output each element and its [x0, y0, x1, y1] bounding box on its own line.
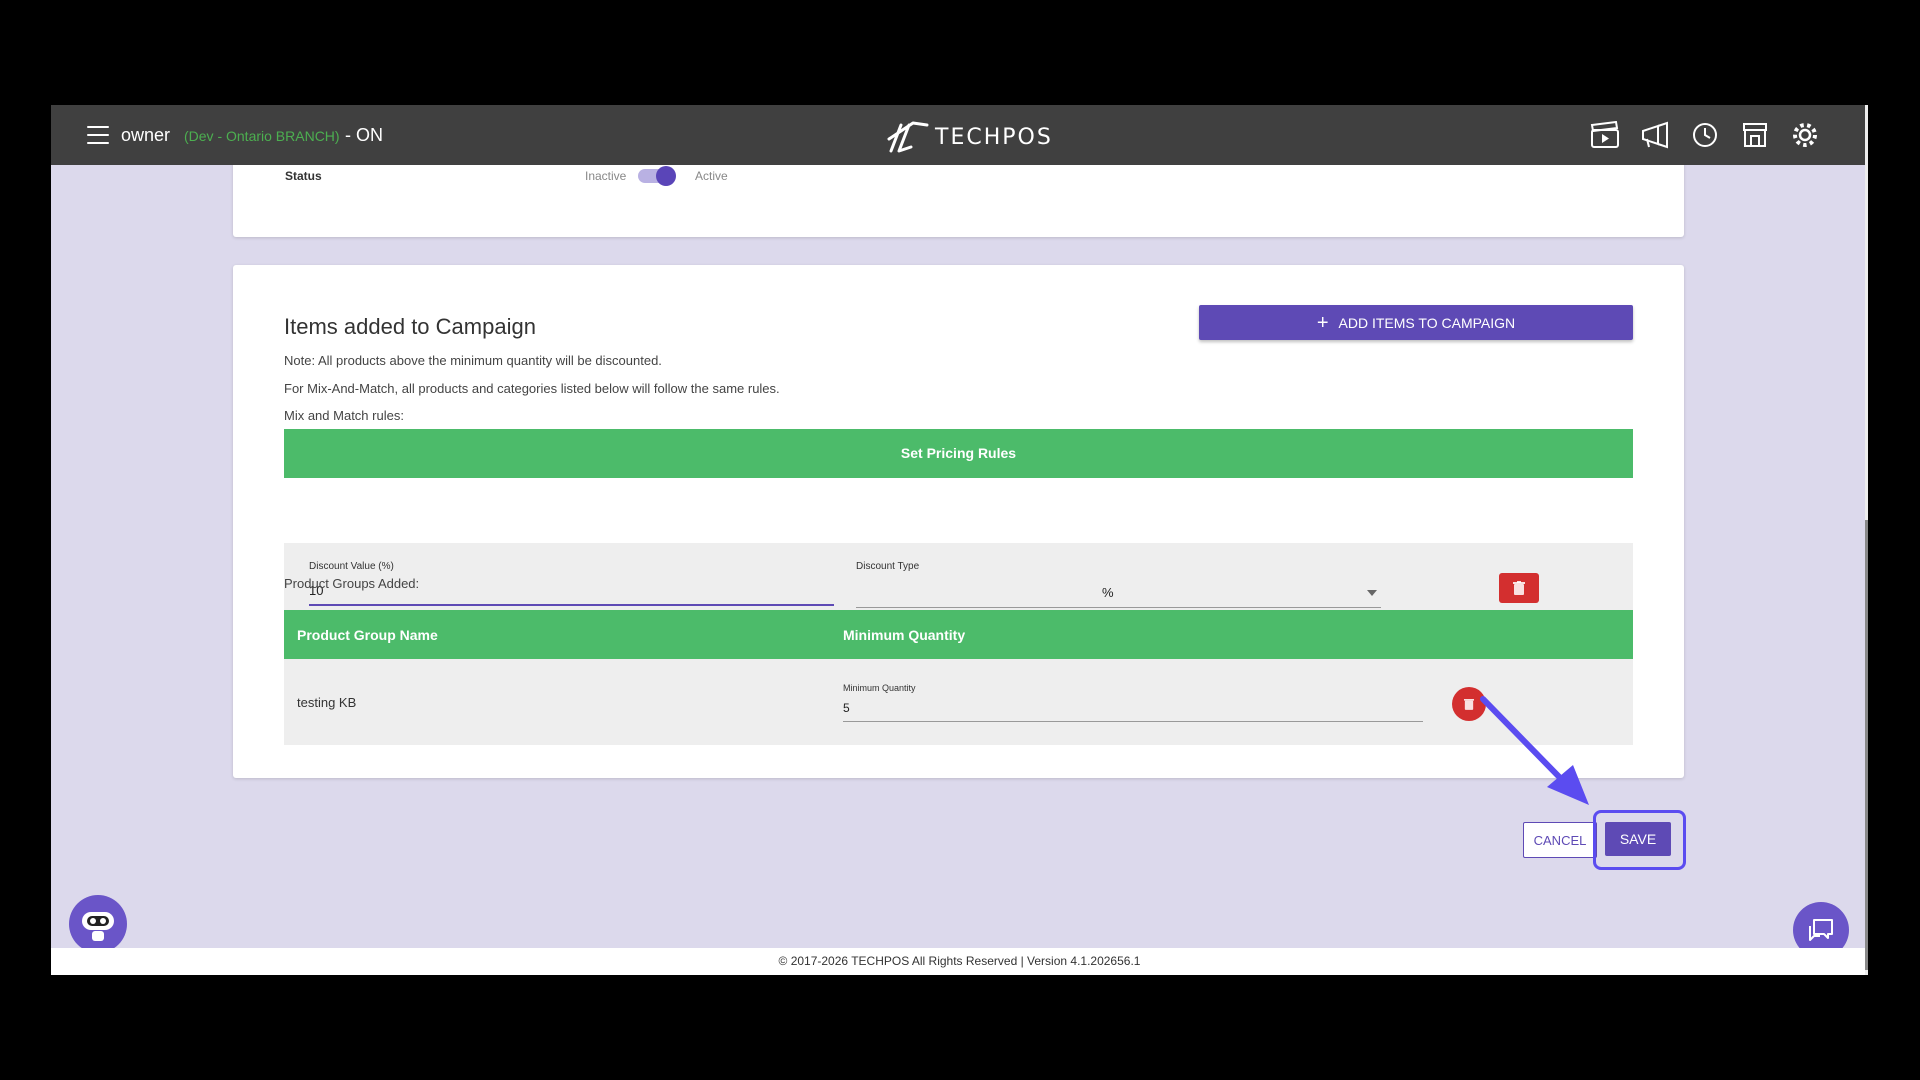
product-group-name: testing KB: [297, 695, 357, 710]
status-inactive-label: Inactive: [585, 169, 627, 183]
save-highlight: SAVE: [1593, 810, 1686, 870]
robot-icon: [82, 912, 114, 941]
toggle-knob: [656, 166, 676, 186]
trash-icon: [1513, 581, 1525, 595]
techpos-logo: TECHPOS: [885, 117, 1053, 157]
status-toggle[interactable]: [638, 166, 676, 186]
assistant-bot-button[interactable]: [69, 895, 127, 953]
product-groups-header: Product Group Name Minimum Quantity: [284, 610, 1633, 659]
note-mix-match: For Mix-And-Match, all products and cate…: [284, 381, 780, 396]
add-items-label: ADD ITEMS TO CAMPAIGN: [1338, 314, 1516, 331]
header-icons: [1589, 119, 1821, 151]
video-icon[interactable]: [1589, 119, 1621, 151]
trash-icon: [1464, 699, 1474, 710]
discount-type-label: Discount Type: [856, 561, 920, 572]
scrollbar[interactable]: [1865, 105, 1868, 975]
online-status: - ON: [345, 125, 383, 145]
discount-value-label: Discount Value (%): [309, 561, 394, 572]
pricing-rules-title: Set Pricing Rules: [900, 445, 1017, 461]
cancel-button[interactable]: CANCEL: [1523, 822, 1597, 858]
add-items-button[interactable]: + ADD ITEMS TO CAMPAIGN: [1199, 305, 1633, 340]
discount-type-select[interactable]: %: [1102, 585, 1114, 600]
scrollbar-thumb[interactable]: [1865, 520, 1868, 970]
app-screen: owner (Dev - Ontario BRANCH) - ON TECHPO…: [51, 105, 1868, 975]
branch-label: (Dev - Ontario BRANCH): [184, 128, 340, 144]
col-minimum-quantity: Minimum Quantity: [843, 627, 966, 643]
delete-rule-button[interactable]: [1499, 573, 1539, 603]
chevron-down-icon[interactable]: [1367, 590, 1377, 596]
store-icon[interactable]: [1739, 119, 1771, 151]
pricing-rules-header: Set Pricing Rules: [284, 429, 1633, 478]
gear-icon[interactable]: [1789, 119, 1821, 151]
note-minimum: Note: All products above the minimum qua…: [284, 353, 662, 368]
status-label: Status: [285, 169, 322, 183]
mix-rules-label: Mix and Match rules:: [284, 408, 404, 423]
min-qty-underline: [843, 721, 1423, 722]
megaphone-icon[interactable]: [1639, 119, 1671, 151]
save-button[interactable]: SAVE: [1605, 822, 1671, 856]
plus-icon: +: [1316, 311, 1329, 334]
status-active-label: Active: [695, 169, 728, 183]
logo-icon: [887, 121, 929, 153]
delete-group-button[interactable]: [1452, 687, 1486, 721]
discount-value-underline: [309, 604, 834, 606]
footer: © 2017-2026 TECHPOS All Rights Reserved …: [51, 948, 1868, 975]
items-card: Items added to Campaign Note: All produc…: [233, 265, 1684, 778]
top-bar: owner (Dev - Ontario BRANCH) - ON TECHPO…: [51, 105, 1865, 165]
min-qty-input[interactable]: 5: [843, 701, 850, 715]
product-groups-label: Product Groups Added:: [284, 576, 420, 591]
menu-icon[interactable]: [87, 126, 109, 144]
discount-type-underline: [856, 607, 1381, 608]
table-row: testing KB Minimum Quantity 5: [284, 659, 1633, 745]
items-title: Items added to Campaign: [284, 314, 536, 339]
clock-icon[interactable]: [1689, 119, 1721, 151]
min-qty-label: Minimum Quantity: [843, 683, 916, 693]
user-name: owner: [121, 125, 171, 145]
col-product-group-name: Product Group Name: [297, 627, 438, 643]
chat-icon: [1809, 919, 1833, 941]
logo-text: TECHPOS: [935, 124, 1053, 150]
